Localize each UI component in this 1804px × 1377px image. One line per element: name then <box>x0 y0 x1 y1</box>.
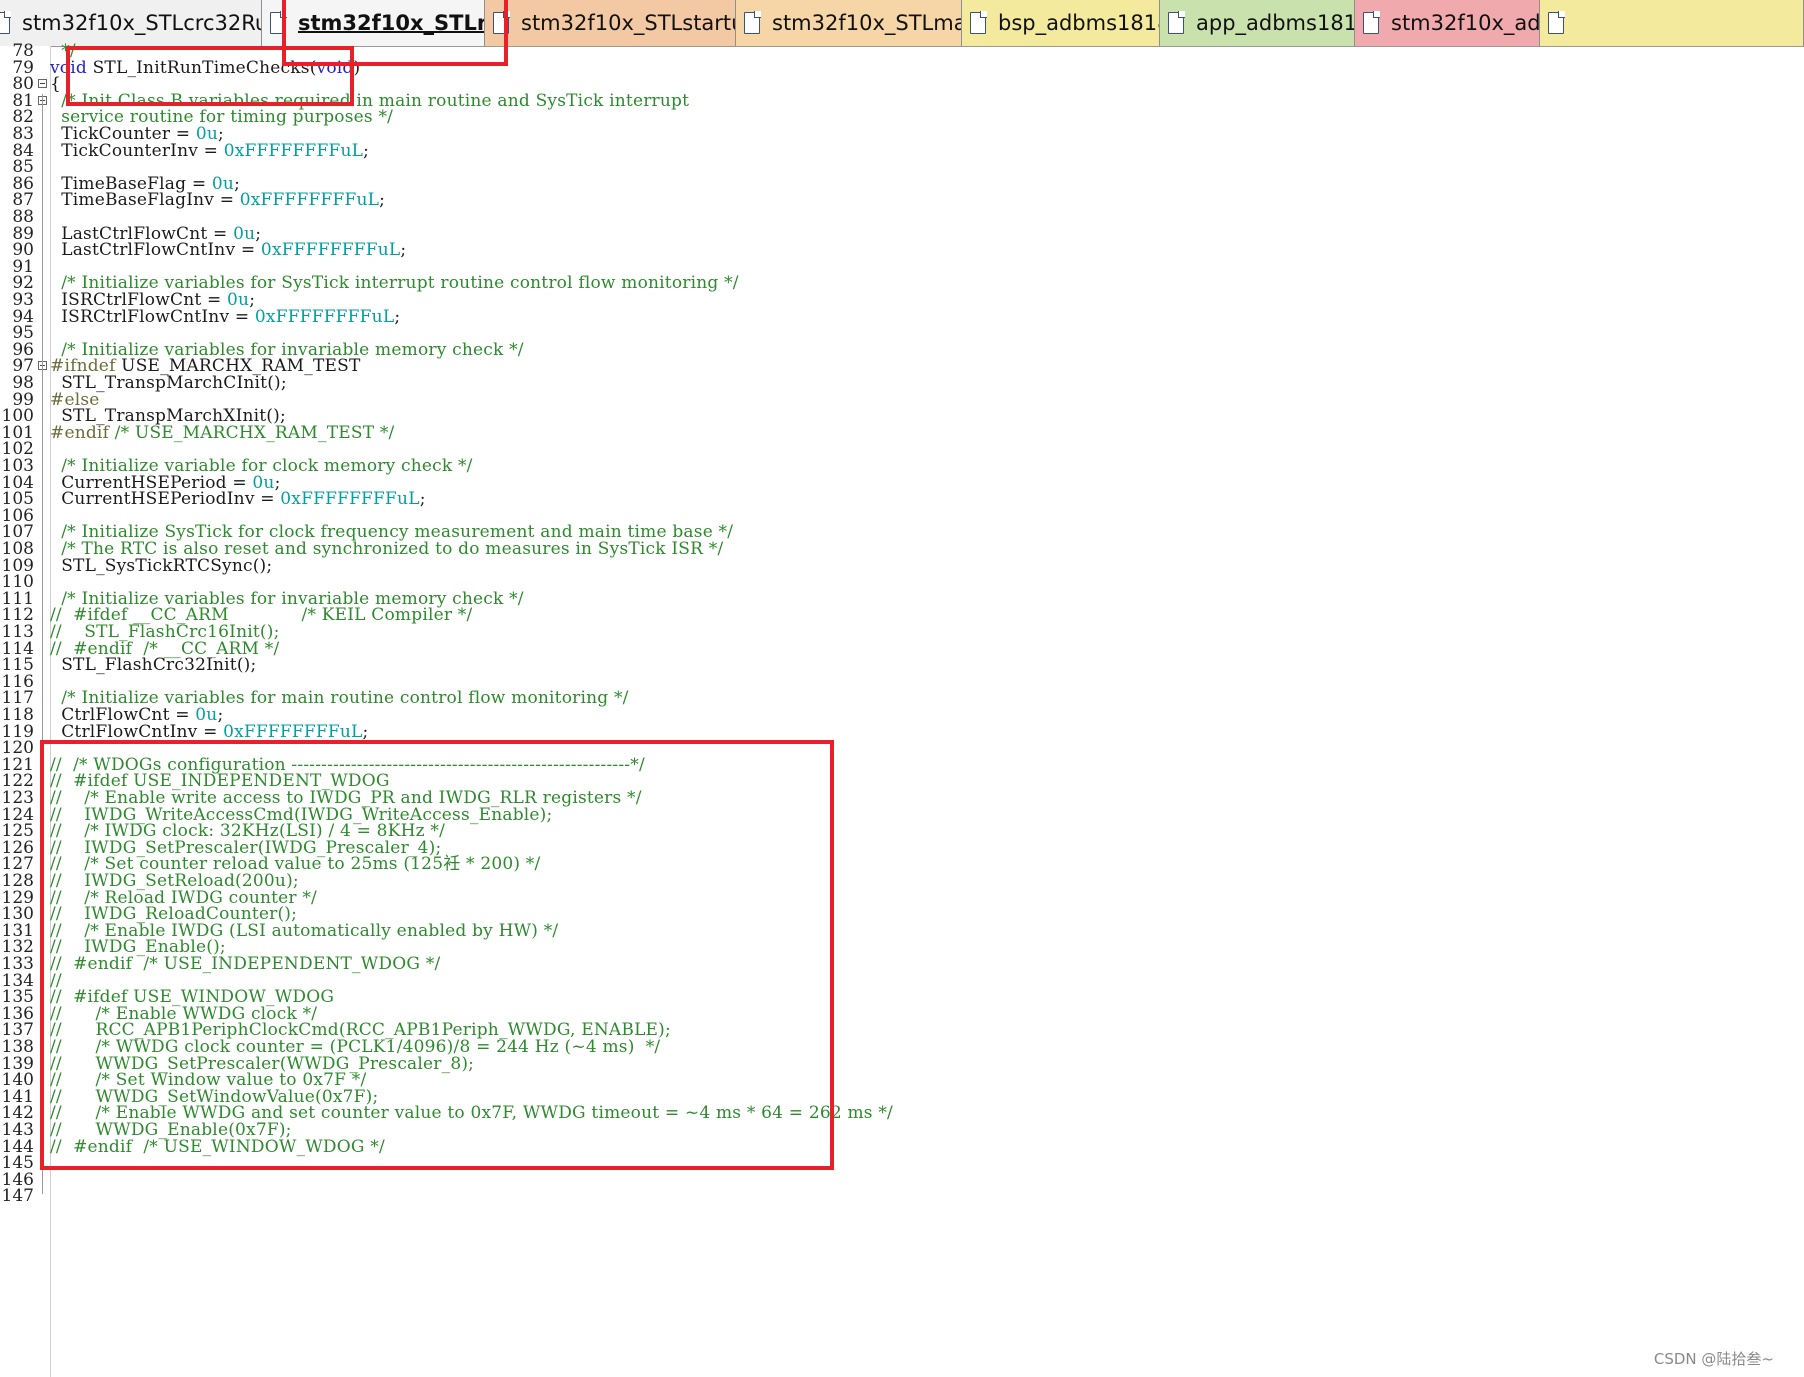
tab-6[interactable]: app_adbms1818.c <box>1160 0 1355 46</box>
tab-label: app_adbms1818.c <box>1196 11 1354 35</box>
tab-3[interactable]: stm32f10x_STLstartup.c <box>485 0 736 46</box>
line-number: 147 <box>1 1186 34 1207</box>
tab-label: bsp_adbms1818.c <box>998 11 1159 35</box>
file-icon <box>744 11 761 34</box>
file-icon <box>493 11 510 34</box>
fold-guide-line <box>42 94 43 1194</box>
tab-2[interactable]: stm32f10x_STLmain.c <box>262 0 485 46</box>
code-editor[interactable]: 78 */79 void STL_InitRunTimeChecks(void) 8… <box>0 42 1804 1377</box>
fold-toggle-icon[interactable] <box>38 79 47 89</box>
tab-label: stm32f10x_STLmain.h <box>772 11 961 35</box>
tab-label: stm32f10x_STLcrc32Run.c <box>22 11 261 35</box>
tab-8[interactable] <box>1540 0 1804 46</box>
editor-tab-bar: stm32f10x_STLcrc32Run.c stm32f10x_STLmain… <box>0 0 1804 47</box>
tab-7[interactable]: stm32f10x_adc.c <box>1355 0 1540 46</box>
file-icon <box>970 11 987 34</box>
tab-4[interactable]: stm32f10x_STLmain.h <box>736 0 962 46</box>
tab-label: stm32f10x_STLstartup.c <box>521 11 735 35</box>
code-line: 147 <box>0 1187 1804 1206</box>
file-icon <box>1168 11 1185 34</box>
file-icon <box>1548 11 1565 34</box>
tab-label: stm32f10x_adc.c <box>1391 11 1540 35</box>
file-icon <box>0 11 11 34</box>
tab-5[interactable]: bsp_adbms1818.c <box>962 0 1160 46</box>
file-icon <box>1363 11 1380 34</box>
tab-label: stm32f10x_STLmain.c <box>298 11 484 35</box>
tab-1[interactable]: stm32f10x_STLcrc32Run.c <box>0 0 262 46</box>
watermark: CSDN @陆拾叁~ <box>1653 1350 1774 1368</box>
file-icon <box>270 11 287 34</box>
